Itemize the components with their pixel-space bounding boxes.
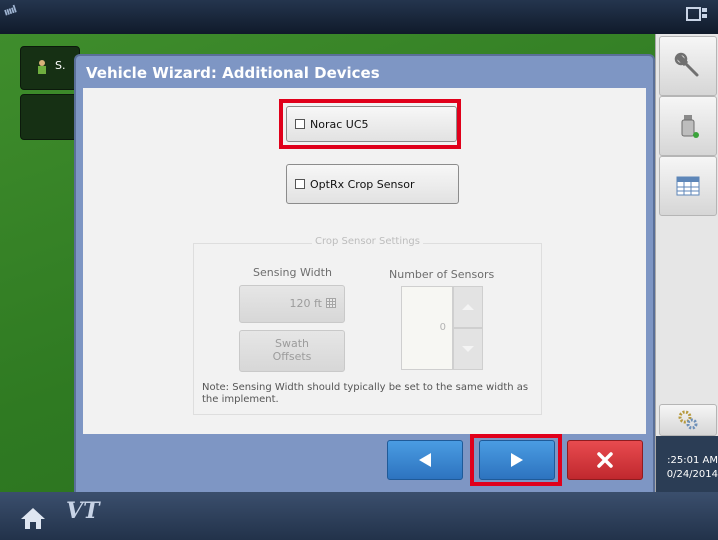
- right-sidebar: :25:01 AM 0/24/2014: [655, 34, 718, 492]
- number-of-sensors-value: 0: [439, 322, 446, 333]
- gps-signal-icon: ııııl: [2, 4, 18, 19]
- farmer-icon: [38, 60, 46, 74]
- crop-sensor-settings-legend: Crop Sensor Settings: [312, 236, 423, 247]
- dialog-content: Norac UC5 OptRx Crop Sensor Crop Sensor …: [83, 88, 646, 434]
- number-of-sensors-field[interactable]: 0: [401, 286, 453, 370]
- cancel-button[interactable]: [567, 440, 643, 480]
- sensor-count-up-button[interactable]: [453, 286, 483, 328]
- bottom-bar: [0, 492, 718, 540]
- gears-icon: [678, 410, 698, 430]
- x-mark-icon: [597, 452, 613, 468]
- virtual-terminal-button[interactable]: VT: [66, 498, 99, 524]
- chevron-up-icon: [462, 304, 474, 310]
- left-triangle-icon: [419, 453, 431, 467]
- top-bar: ııııl: [0, 0, 718, 34]
- calendar-grid-icon: [676, 176, 700, 196]
- clock-time: :25:01 AM: [667, 455, 718, 466]
- clock-readout: :25:01 AM 0/24/2014: [656, 454, 718, 482]
- dialog-title: Vehicle Wizard: Additional Devices: [86, 64, 380, 82]
- display-layout-icon[interactable]: [686, 6, 708, 24]
- sensing-width-note: Note: Sensing Width should typically be …: [202, 382, 529, 405]
- chevron-down-icon: [462, 346, 474, 352]
- clock-date: 0/24/2014: [666, 469, 718, 480]
- tools-button[interactable]: [659, 36, 717, 96]
- calendar-button[interactable]: [659, 156, 717, 216]
- product-button[interactable]: [659, 96, 717, 156]
- home-icon: [21, 508, 45, 529]
- optrx-label: OptRx Crop Sensor: [310, 177, 415, 191]
- settings-button[interactable]: [659, 404, 717, 436]
- vehicle-wizard-dialog: Vehicle Wizard: Additional Devices Norac…: [74, 54, 655, 492]
- next-highlight-box: [470, 434, 562, 486]
- background-tab-label: S.: [55, 59, 66, 72]
- back-button[interactable]: [387, 440, 463, 480]
- sensor-count-down-button[interactable]: [453, 328, 483, 370]
- wrench-icon: [674, 52, 699, 77]
- swath-offsets-button[interactable]: Swath Offsets: [239, 330, 345, 372]
- number-of-sensors-label: Number of Sensors: [389, 268, 495, 281]
- optrx-crop-sensor-checkbox-button[interactable]: OptRx Crop Sensor: [286, 164, 459, 204]
- sensing-width-value: 120 ft: [289, 297, 322, 310]
- norac-highlight-box: [279, 99, 461, 149]
- background-tab-farmer[interactable]: S.: [20, 46, 80, 90]
- bottle-icon: [681, 115, 699, 138]
- optrx-checkbox[interactable]: [295, 179, 305, 189]
- keypad-icon: [326, 298, 336, 308]
- sensing-width-label: Sensing Width: [253, 266, 332, 279]
- background-tab-secondary[interactable]: [20, 94, 80, 140]
- home-button[interactable]: [8, 500, 58, 536]
